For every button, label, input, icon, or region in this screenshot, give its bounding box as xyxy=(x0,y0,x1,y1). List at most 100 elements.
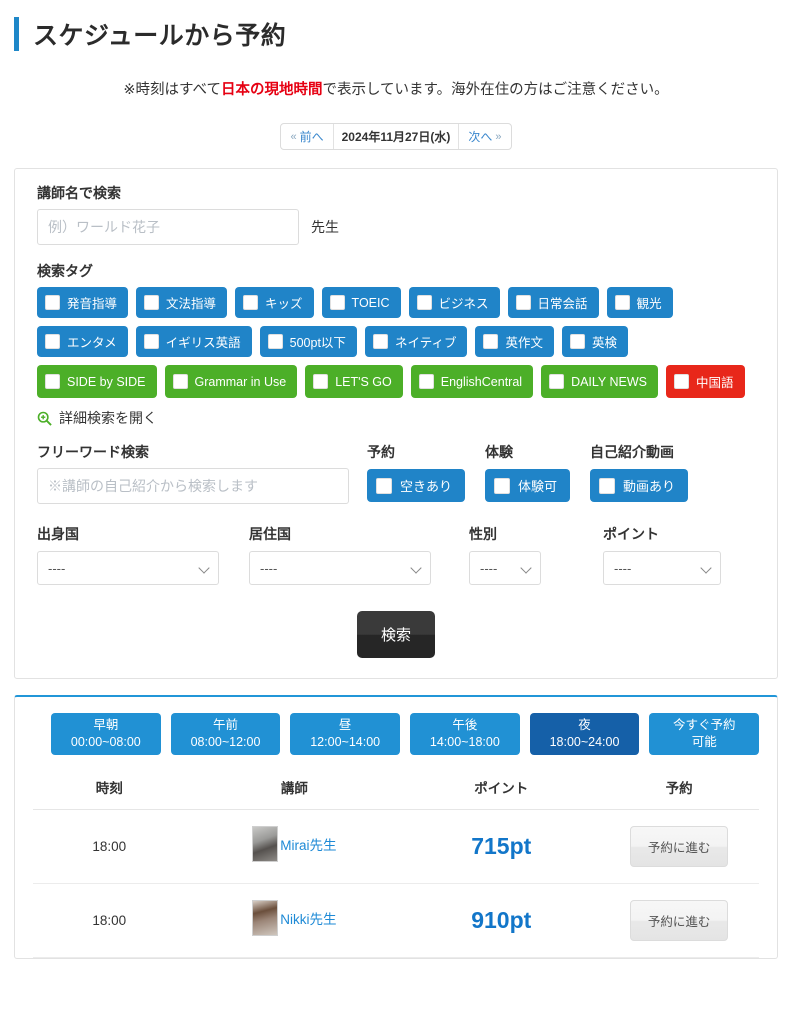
tag-under-500pt[interactable]: 500pt以下 xyxy=(259,326,357,357)
select-group-residence-country: 居住国 ---- xyxy=(249,524,431,585)
freeword-group: フリーワード検索 xyxy=(37,442,367,504)
row-booking-cell: 予約に進む xyxy=(599,883,759,958)
checkbox-icon[interactable] xyxy=(329,295,345,310)
checkbox-icon[interactable] xyxy=(143,334,159,349)
period-tab-time: 可能 xyxy=(691,735,717,749)
filter-group-trial: 体験 体験可 xyxy=(485,442,571,502)
tag-nichijou-kaiwa[interactable]: 日常会話 xyxy=(507,287,599,318)
column-header-teacher: 講師 xyxy=(185,771,404,810)
next-day-button[interactable]: 次へ » xyxy=(459,124,510,149)
tag-eisakubun[interactable]: 英作文 xyxy=(475,326,554,357)
tag-eiken[interactable]: 英検 xyxy=(561,326,628,357)
period-tab-book-now[interactable]: 今すぐ予約 可能 xyxy=(649,713,760,755)
open-detail-search-toggle[interactable]: 詳細検索を開く xyxy=(37,408,755,428)
checkbox-icon[interactable] xyxy=(614,295,630,310)
tag-toeic[interactable]: TOEIC xyxy=(321,287,401,318)
tag-daily-news[interactable]: DAILY NEWS xyxy=(541,365,659,398)
avatar xyxy=(252,826,279,862)
tag-native[interactable]: ネイティブ xyxy=(364,326,468,357)
checkbox-icon[interactable] xyxy=(45,374,60,389)
period-tab-early-morning[interactable]: 早朝 00:00~08:00 xyxy=(51,713,161,755)
checkbox-icon[interactable] xyxy=(515,295,531,310)
tag-side-by-side[interactable]: SIDE by SIDE xyxy=(37,365,157,398)
tag-label: LET'S GO xyxy=(335,374,392,389)
proceed-to-booking-button[interactable]: 予約に進む xyxy=(630,900,729,941)
tag-entame[interactable]: エンタメ xyxy=(37,326,128,357)
next-chevron-icon: » xyxy=(495,130,502,143)
filter-chip-has-video[interactable]: 動画あり xyxy=(590,469,689,502)
tag-grammar-in-use[interactable]: Grammar in Use xyxy=(164,365,298,398)
checkbox-icon[interactable] xyxy=(483,334,499,349)
prev-day-button[interactable]: « 前へ xyxy=(281,124,332,149)
period-tab-time: 00:00~08:00 xyxy=(70,735,141,749)
checkbox-icon[interactable] xyxy=(416,295,432,310)
period-tab-afternoon[interactable]: 午後 14:00~18:00 xyxy=(410,713,520,755)
availability-filters: 予約 空きあり 体験 体験可 自己紹介動画 動画あり xyxy=(367,442,689,504)
magnifier-plus-icon xyxy=(37,411,52,426)
checkbox-icon[interactable] xyxy=(372,334,388,349)
checkbox-icon[interactable] xyxy=(569,334,585,349)
checkbox-icon[interactable] xyxy=(45,295,60,310)
filter-group-reservation: 予約 空きあり xyxy=(367,442,466,502)
tag-hatsuon-shidou[interactable]: 発音指導 xyxy=(37,287,129,318)
checkbox-icon[interactable] xyxy=(418,374,434,389)
filter-chip-available[interactable]: 空きあり xyxy=(367,469,466,502)
row-teacher-cell: Nikki先生 xyxy=(185,883,404,958)
filter-chip-trial-ok[interactable]: 体験可 xyxy=(485,469,571,502)
filter-label-reservation: 予約 xyxy=(367,444,395,460)
teacher-link[interactable]: Mirai先生 xyxy=(280,834,336,854)
tag-kankou[interactable]: 観光 xyxy=(606,287,673,318)
open-detail-search-label: 詳細検索を開く xyxy=(59,410,157,426)
checkbox-icon[interactable] xyxy=(494,477,511,494)
checkbox-icon[interactable] xyxy=(243,295,259,310)
tag-english-central[interactable]: EnglishCentral xyxy=(410,365,534,398)
freeword-input[interactable] xyxy=(37,468,349,504)
tag-kids[interactable]: キッズ xyxy=(235,287,314,318)
filter-chip-label: 空きあり xyxy=(400,479,453,494)
residence-country-select-wrap: ---- xyxy=(249,551,431,585)
page-title: スケジュールから予約 xyxy=(14,16,792,52)
current-date-label: 2024年11月27日(水) xyxy=(332,124,460,149)
tag-chinese[interactable]: 中国語 xyxy=(666,365,745,398)
search-submit-button[interactable]: 検索 xyxy=(356,611,435,658)
origin-country-select[interactable]: ---- xyxy=(37,551,219,585)
teacher-link[interactable]: Nikki先生 xyxy=(280,908,336,928)
gender-select[interactable]: ---- xyxy=(469,551,541,585)
tag-label: 観光 xyxy=(636,297,662,311)
checkbox-icon[interactable] xyxy=(313,374,329,389)
tag-lets-go[interactable]: LET'S GO xyxy=(305,365,403,398)
row-booking-cell: 予約に進む xyxy=(599,809,759,884)
period-tab-morning[interactable]: 午前 08:00~12:00 xyxy=(170,713,281,755)
search-submit-wrap: 検索 xyxy=(37,611,755,658)
tag-british-english[interactable]: イギリス英語 xyxy=(135,326,252,357)
checkbox-icon[interactable] xyxy=(267,334,283,349)
proceed-to-booking-button[interactable]: 予約に進む xyxy=(630,826,729,867)
checkbox-icon[interactable] xyxy=(599,477,616,494)
tag-label: DAILY NEWS xyxy=(571,374,648,389)
period-tab-night[interactable]: 夜 18:00~24:00 xyxy=(529,713,640,755)
schedule-table: 時刻 講師 ポイント 予約 18:00 Mirai先生 715pt 予約に進む … xyxy=(33,771,759,958)
tag-label: キッズ xyxy=(265,297,303,311)
checkbox-icon[interactable] xyxy=(674,374,690,389)
tag-business[interactable]: ビジネス xyxy=(408,287,500,318)
checkbox-icon[interactable] xyxy=(549,374,565,389)
tag-label: 中国語 xyxy=(696,376,734,390)
teacher-name-input[interactable] xyxy=(37,209,299,245)
period-tab-name: 午後 xyxy=(452,718,478,733)
period-tab-time: 08:00~12:00 xyxy=(190,735,261,749)
checkbox-icon[interactable] xyxy=(376,477,392,494)
points-select[interactable]: ---- xyxy=(603,551,721,585)
tag-label: SIDE by SIDE xyxy=(67,374,146,389)
row-teacher-cell: Mirai先生 xyxy=(185,809,404,884)
teacher-name-suffix: 先生 xyxy=(311,219,339,235)
residence-country-select[interactable]: ---- xyxy=(249,551,431,585)
column-header-booking: 予約 xyxy=(599,771,759,810)
filter-chip-label: 動画あり xyxy=(623,479,676,494)
checkbox-icon[interactable] xyxy=(144,295,160,310)
tag-label: エンタメ xyxy=(67,336,117,350)
checkbox-icon[interactable] xyxy=(172,374,188,389)
tag-label: 発音指導 xyxy=(67,297,118,311)
period-tab-noon[interactable]: 昼 12:00~14:00 xyxy=(290,713,401,755)
tag-bunpou-shidou[interactable]: 文法指導 xyxy=(136,287,228,318)
checkbox-icon[interactable] xyxy=(45,334,60,349)
